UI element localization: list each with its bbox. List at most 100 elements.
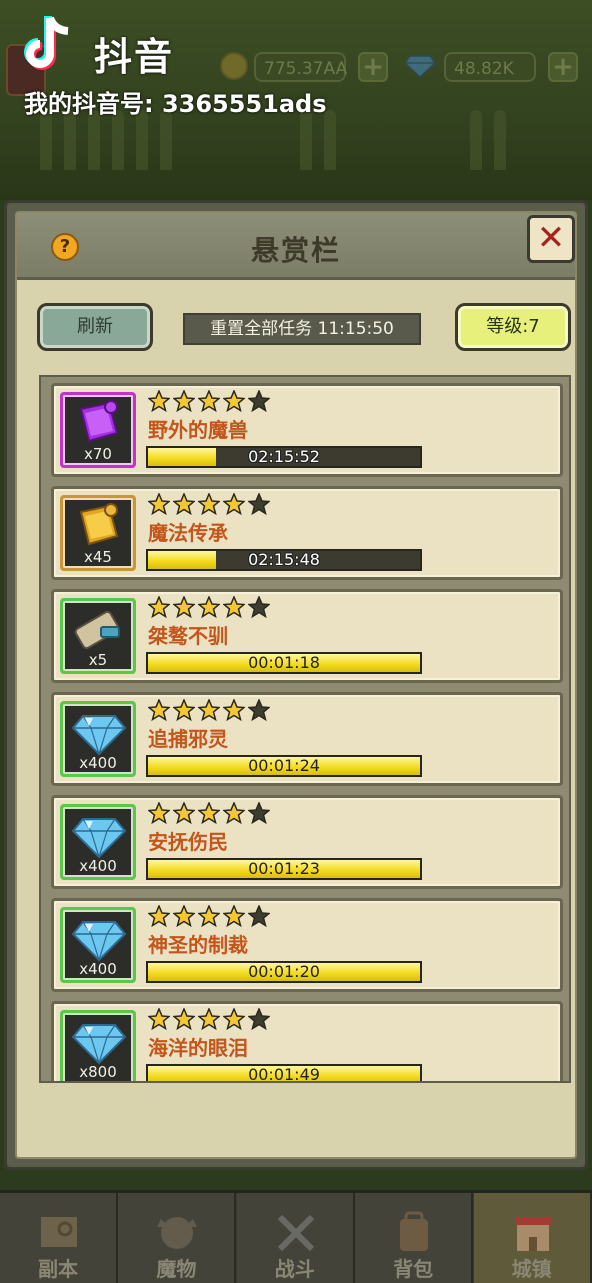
crossed-swords-icon xyxy=(272,1209,320,1257)
nav-tab[interactable]: 魔物 xyxy=(118,1193,237,1283)
star-filled-icon xyxy=(147,801,171,825)
mission-name: 安抚伤民 xyxy=(148,830,228,854)
refresh-button[interactable]: 刷新 xyxy=(37,303,153,351)
mission-time: 02:15:52 xyxy=(248,447,320,466)
bottom-nav: 副本 魔物 战斗 背包 城镇 xyxy=(0,1190,592,1283)
add-diamond-button[interactable]: + xyxy=(548,52,578,82)
star-filled-icon xyxy=(147,595,171,619)
fence-post xyxy=(160,110,172,170)
star-filled-icon xyxy=(222,801,246,825)
fence-post xyxy=(470,110,482,170)
fence-post xyxy=(324,110,336,170)
star-filled-icon xyxy=(197,595,221,619)
fence-post xyxy=(112,110,124,170)
mission-time: 00:01:18 xyxy=(248,653,320,672)
star-filled-icon xyxy=(172,492,196,516)
star-filled-icon xyxy=(197,904,221,928)
gold-scroll-icon xyxy=(79,503,119,546)
star-empty-icon xyxy=(247,698,271,722)
nav-tab-label: 战斗 xyxy=(274,1257,315,1281)
mission-time: 00:01:24 xyxy=(248,756,320,775)
reward-icon-box[interactable]: x800 xyxy=(60,1010,136,1081)
gold-coin-icon xyxy=(220,52,248,80)
diamond-icon xyxy=(404,55,436,78)
backpack-icon xyxy=(390,1209,438,1257)
diamond-icon xyxy=(71,1024,127,1065)
star-filled-icon xyxy=(172,1007,196,1031)
star-filled-icon xyxy=(197,698,221,722)
star-filled-icon xyxy=(222,904,246,928)
reset-timer: 重置全部任务 11:15:50 xyxy=(183,313,421,345)
reward-icon-box[interactable]: x45 xyxy=(60,495,136,571)
close-button[interactable]: ✕ xyxy=(527,215,575,263)
star-filled-icon xyxy=(172,801,196,825)
fence-post xyxy=(40,110,52,170)
reward-quantity: x400 xyxy=(79,960,117,978)
nav-tab[interactable]: 城镇 xyxy=(473,1193,592,1283)
mission-name: 追捕邪灵 xyxy=(148,727,228,751)
star-empty-icon xyxy=(247,492,271,516)
star-filled-icon xyxy=(222,698,246,722)
reward-quantity: x400 xyxy=(79,754,117,772)
star-filled-icon xyxy=(172,698,196,722)
star-filled-icon xyxy=(147,492,171,516)
nav-tab-label: 魔物 xyxy=(156,1257,197,1281)
reward-quantity: x70 xyxy=(84,445,112,463)
star-filled-icon xyxy=(172,389,196,413)
mission-name: 桀骜不驯 xyxy=(148,624,228,648)
mission-progress-bar: 00:01:23 xyxy=(146,858,422,880)
add-gold-button[interactable]: + xyxy=(358,52,388,82)
mission-progress-bar: 02:15:52 xyxy=(146,446,422,468)
town-icon xyxy=(509,1209,557,1257)
fence-post xyxy=(300,110,312,170)
star-filled-icon xyxy=(197,389,221,413)
star-empty-icon xyxy=(247,595,271,619)
mission-time: 00:01:49 xyxy=(248,1065,320,1083)
reward-icon-box[interactable]: x5 xyxy=(60,598,136,674)
panel-header: ? 悬赏栏 ✕ xyxy=(17,213,575,280)
tiktok-logo-icon xyxy=(24,16,69,70)
nav-tab[interactable]: 副本 xyxy=(0,1193,118,1283)
mission-time: 00:01:20 xyxy=(248,962,320,981)
bounty-panel-body: ? 悬赏栏 ✕ 刷新 重置全部任务 11:15:50 等级:7 x70 野外的魔兽… xyxy=(15,211,577,1159)
map-icon xyxy=(35,1209,83,1257)
level-button[interactable]: 等级:7 xyxy=(455,303,571,351)
star-filled-icon xyxy=(147,389,171,413)
mission-item[interactable]: x400 神圣的制裁 00:01:20 xyxy=(51,898,563,992)
nav-tab-label: 城镇 xyxy=(511,1257,552,1281)
mission-name: 野外的魔兽 xyxy=(148,418,248,442)
mission-name: 海洋的眼泪 xyxy=(148,1036,248,1060)
reward-icon-box[interactable]: x70 xyxy=(60,392,136,468)
star-filled-icon xyxy=(222,492,246,516)
mission-item[interactable]: x70 野外的魔兽 02:15:52 xyxy=(51,383,563,477)
rolled-scroll-icon xyxy=(74,610,120,650)
mission-item[interactable]: x800 海洋的眼泪 00:01:49 xyxy=(51,1001,563,1083)
reward-quantity: x400 xyxy=(79,857,117,875)
mission-progress-bar: 00:01:24 xyxy=(146,755,422,777)
nav-tab[interactable]: 战斗 xyxy=(236,1193,355,1283)
star-empty-icon xyxy=(247,1007,271,1031)
mission-item[interactable]: x45 魔法传承 02:15:48 xyxy=(51,486,563,580)
mission-item[interactable]: x400 追捕邪灵 00:01:24 xyxy=(51,692,563,786)
mission-progress-bar: 00:01:49 xyxy=(146,1064,422,1083)
mission-list[interactable]: x70 野外的魔兽 02:15:52 x45 魔法传承 02:15:48 x5 桀骜不驯 00:… xyxy=(39,375,571,1083)
mission-name: 魔法传承 xyxy=(148,521,228,545)
nav-tab[interactable]: 背包 xyxy=(355,1193,474,1283)
diamond-icon xyxy=(71,818,127,859)
mission-item[interactable]: x5 桀骜不驯 00:01:18 xyxy=(51,589,563,683)
reward-quantity: x45 xyxy=(84,548,112,566)
star-filled-icon xyxy=(147,1007,171,1031)
star-filled-icon xyxy=(222,389,246,413)
star-filled-icon xyxy=(147,904,171,928)
reward-icon-box[interactable]: x400 xyxy=(60,804,136,880)
diamond-icon xyxy=(71,715,127,756)
reward-icon-box[interactable]: x400 xyxy=(60,907,136,983)
diamond-amount: 48.82K xyxy=(444,52,536,82)
star-filled-icon xyxy=(147,698,171,722)
star-empty-icon xyxy=(247,389,271,413)
reward-quantity: x5 xyxy=(88,651,108,669)
fence-post xyxy=(494,110,506,170)
fence-post xyxy=(64,110,76,170)
reward-icon-box[interactable]: x400 xyxy=(60,701,136,777)
mission-item[interactable]: x400 安抚伤民 00:01:23 xyxy=(51,795,563,889)
